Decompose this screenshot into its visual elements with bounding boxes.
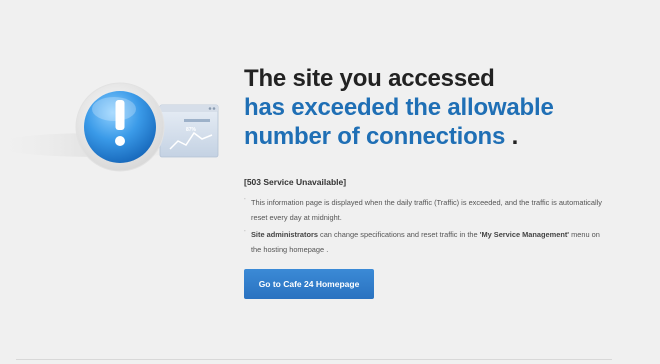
info-bold-menu: 'My Service Management'	[479, 230, 570, 239]
panel-percent: 87%	[186, 127, 197, 133]
exclamation-icon	[115, 100, 125, 146]
bullet-icon: ˙	[244, 229, 247, 238]
headline-line3: number of connections	[244, 123, 506, 150]
warning-illustration: 87%	[0, 82, 219, 172]
headline-period: .	[505, 123, 519, 150]
headline-line2: has exceeded the allowable	[244, 94, 554, 121]
info-list: ˙ This information page is displayed whe…	[244, 195, 604, 259]
go-to-homepage-button[interactable]: Go to Cafe 24 Homepage	[244, 269, 374, 299]
info-item: ˙ Site administrators can change specifi…	[244, 227, 604, 257]
footer-divider	[16, 359, 612, 360]
browser-panel-icon: 87%	[159, 104, 219, 158]
info-text-2a: can change specifications and reset traf…	[317, 230, 480, 239]
page-headline: The site you accessed has exceeded the a…	[244, 64, 644, 151]
status-code: [503 Service Unavailable]	[244, 177, 347, 187]
bullet-icon: ˙	[244, 197, 247, 206]
info-item: ˙ This information page is displayed whe…	[244, 195, 604, 225]
info-text-1: This information page is displayed when …	[251, 198, 602, 222]
headline-line1: The site you accessed	[244, 65, 495, 92]
info-bold-admins: Site administrators	[251, 230, 318, 239]
error-page: 87% The site you accessed has exceeded t…	[0, 0, 660, 364]
